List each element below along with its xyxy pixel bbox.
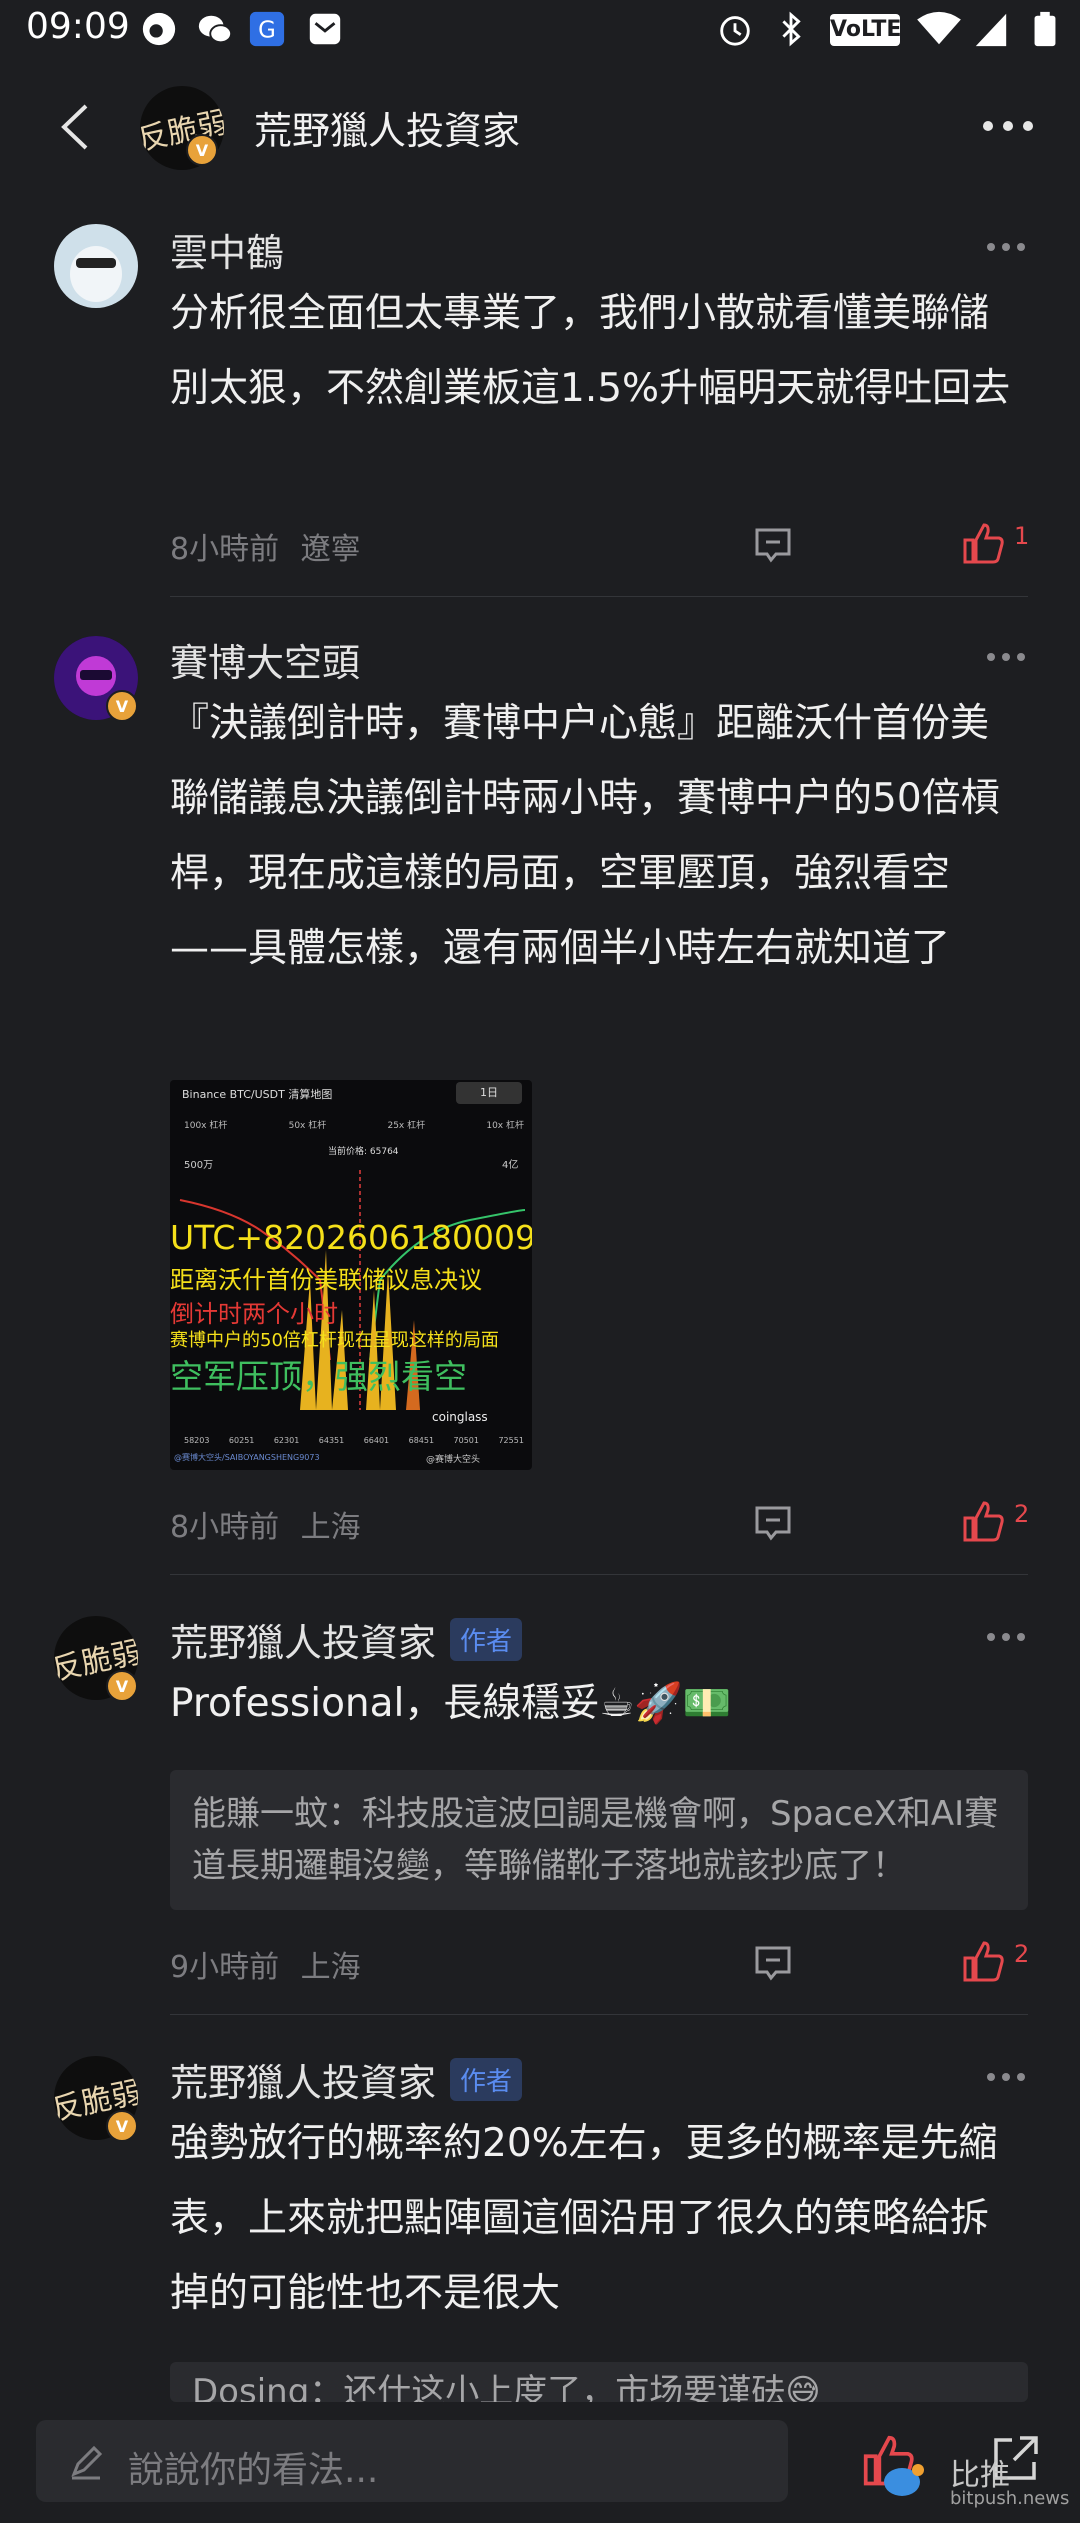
comment-text: Professional，長線穩妥 (170, 1681, 600, 1726)
comment-username[interactable]: 賽博大空頭 (170, 632, 360, 687)
comment-more-icon[interactable] (986, 2072, 1026, 2082)
back-arrow-icon[interactable] (58, 102, 92, 152)
svg-text:G: G (258, 18, 276, 44)
money-emoji: 💵 (682, 1681, 732, 1726)
x-tick: 64351 (318, 1436, 345, 1445)
quoted-comment[interactable]: 能賺一蚊：科技股這波回調是機會啊，SpaceX和AI賽道長期邏輯沒變，等聯儲靴子… (170, 1770, 1028, 1910)
image-watermark: coinglass (432, 1410, 488, 1424)
divider (170, 1574, 1028, 1575)
comment-location: 上海 (300, 1950, 361, 1985)
pen-icon (71, 2445, 103, 2480)
image-caption-4: 赛博中户的50倍杠杆现在呈现这样的局面 (170, 1330, 499, 1351)
comment-location: 遼寧 (300, 532, 361, 567)
bluetooth-icon (782, 11, 801, 47)
image-caption-2: 距离沃什首份美联储议息决议 (170, 1266, 482, 1294)
x-tick: 70501 (453, 1436, 479, 1445)
status-time: 09:09 (26, 6, 130, 47)
page-title: 荒野獵人投資家 (254, 109, 521, 153)
author-tag: 作者 (450, 1618, 523, 1661)
verified-badge-icon: V (186, 134, 218, 166)
image-header: Binance BTC/USDT 清算地图 (182, 1088, 333, 1101)
like-icon[interactable] (962, 1500, 1004, 1542)
legend-50x: 50x 杠杆 (288, 1121, 327, 1131)
quoted-comment[interactable]: Dosing：还什这小上度了，市场要谨砝😅 (170, 2362, 1028, 2402)
watermark-en: bitpush.news (950, 2488, 1070, 2509)
rocket-emoji: 🚀 (634, 1681, 683, 1726)
x-tick: 66401 (363, 1436, 390, 1445)
image-caption-1: UTC+8202606180009 (170, 1218, 532, 1257)
wifi-icon (917, 11, 961, 45)
image-x-ticks: 58203 60251 62301 64351 66401 68451 7050… (184, 1436, 524, 1445)
like-icon[interactable] (962, 1940, 1004, 1982)
comment-username[interactable]: 荒野獵人投資家 (170, 1612, 436, 1667)
comment-text: 『決議倒計時，賽博中户心態』距離沃什首份美聯儲議息決議倒計時兩小時，賽博中户的5… (170, 701, 1000, 971)
more-options-icon[interactable] (980, 112, 1036, 140)
comment-time: 9小時前 (170, 1950, 280, 1985)
verified-badge-icon: V (106, 690, 138, 722)
comment-text: 分析很全面但太專業了，我們小散就看懂美聯儲別太狠，不然創業板這1.5%升幅明天就… (170, 291, 1011, 411)
image-interval: 1日 (456, 1082, 522, 1104)
image-price-label: 当前价格: 65764 (328, 1147, 399, 1157)
legend-100x: 100x 杠杆 (184, 1121, 228, 1131)
x-tick: 68451 (408, 1436, 435, 1445)
comment-more-icon[interactable] (986, 242, 1026, 252)
quote-text: Dosing：还什这小上度了，市场要谨砝😅 (192, 2372, 821, 2402)
input-placeholder: 說說你的看法... (128, 2450, 379, 2491)
x-tick: 72551 (498, 1436, 524, 1445)
comment-text: 強勢放行的概率約20%左右，更多的概率是先縮表，上來就把點陣圖這個沿用了很久的策… (170, 2121, 998, 2316)
signal-icon (975, 13, 1007, 47)
comment-meta: 8小時前 上海 (170, 1502, 361, 1546)
comment-location: 上海 (300, 1510, 361, 1545)
reply-icon[interactable] (754, 526, 792, 564)
battery-icon (1034, 11, 1056, 47)
comment-time: 8小時前 (170, 532, 280, 567)
quote-text: 能賺一蚊：科技股這波回調是機會啊，SpaceX和AI賽道長期邏輯沒變，等聯儲靴子… (192, 1794, 999, 1886)
image-footer-left: @赛博大空头/SAIBOYANGSHENG9073 (174, 1453, 320, 1462)
comment-username[interactable]: 荒野獵人投資家 (170, 2052, 436, 2107)
avatar[interactable] (54, 224, 138, 308)
like-count: 1 (1014, 522, 1030, 550)
author-tag: 作者 (450, 2058, 523, 2101)
x-tick: 58203 (184, 1436, 210, 1445)
comment-user-row: 荒野獵人投資家 作者 (170, 2052, 523, 2107)
volte-badge: VoLTE (830, 14, 901, 46)
x-tick: 60251 (228, 1436, 255, 1445)
like-count: 2 (1014, 1500, 1030, 1528)
post-image[interactable]: Binance BTC/USDT 清算地图 1日 100x 杠杆 50x 杠杆 … (170, 1080, 532, 1470)
image-caption-3: 倒计时两个小时 (170, 1300, 338, 1328)
comment-more-icon[interactable] (986, 1632, 1026, 1642)
legend-25x: 25x 杠杆 (387, 1121, 426, 1131)
wechat-icon (198, 15, 233, 44)
comment-meta: 9小時前 上海 (170, 1942, 361, 1986)
divider (170, 596, 1028, 597)
alarm-icon (720, 16, 750, 46)
verified-badge-icon: V (106, 2110, 138, 2142)
comment-text-row: Professional，長線穩妥☕🚀💵 (170, 1666, 1020, 1741)
image-footer-right: @赛博大空头 (426, 1455, 481, 1465)
like-icon[interactable] (962, 522, 1004, 564)
reply-icon[interactable] (754, 1944, 792, 1982)
image-legend: 100x 杠杆 50x 杠杆 25x 杠杆 10x 杠杆 (184, 1118, 524, 1131)
verified-badge-icon: V (106, 1670, 138, 1702)
comment-time: 8小時前 (170, 1510, 280, 1545)
mail-icon (309, 13, 341, 45)
cat-avatar-icon (70, 246, 122, 302)
divider (170, 2014, 1028, 2015)
comment-meta: 8小時前 遼寧 (170, 524, 361, 568)
bird-logo-icon (884, 2464, 924, 2496)
status-bar: 09:09 G VoLTE (0, 0, 1080, 62)
reply-icon[interactable] (754, 1504, 792, 1542)
app-notification-icon: G (249, 11, 285, 47)
image-caption-5: 空军压顶，强烈看空 (170, 1357, 467, 1396)
legend-10x: 10x 杠杆 (486, 1121, 524, 1131)
comment-input[interactable]: 說說你的看法... (36, 2420, 788, 2502)
x-tick: 62301 (273, 1436, 300, 1445)
weibo-icon (142, 12, 176, 46)
comment-user-row: 荒野獵人投資家 作者 (170, 1612, 523, 1667)
comment-more-icon[interactable] (986, 652, 1026, 662)
coffee-emoji: ☕ (599, 1681, 635, 1726)
like-count: 2 (1014, 1940, 1030, 1968)
comment-username[interactable]: 雲中鶴 (170, 222, 284, 277)
